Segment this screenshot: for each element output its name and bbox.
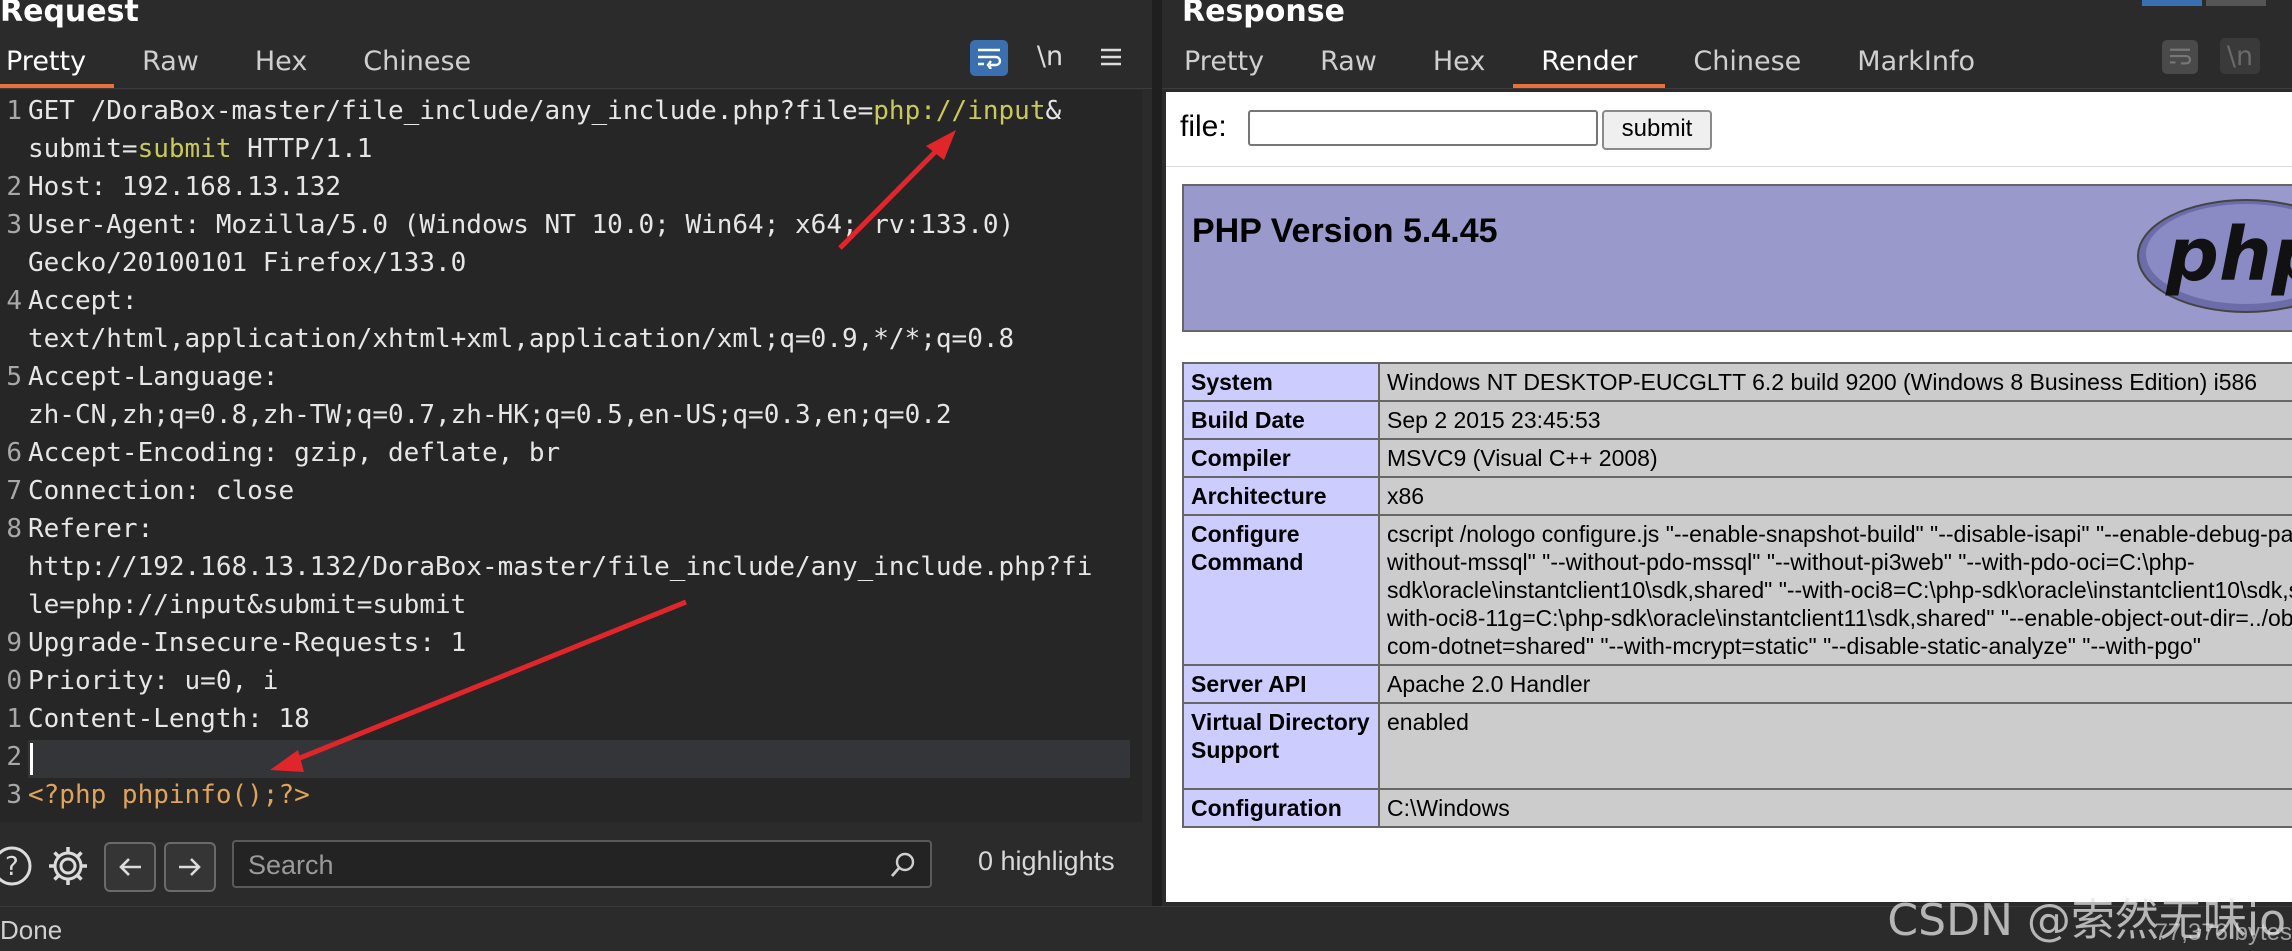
arrow-to-body: [270, 599, 687, 772]
watermark: CSDN @索然无味io: [1887, 895, 2286, 946]
status-text: Done: [0, 915, 63, 945]
arrow-to-url-param: [838, 130, 956, 250]
annotation-arrows: [270, 130, 956, 772]
